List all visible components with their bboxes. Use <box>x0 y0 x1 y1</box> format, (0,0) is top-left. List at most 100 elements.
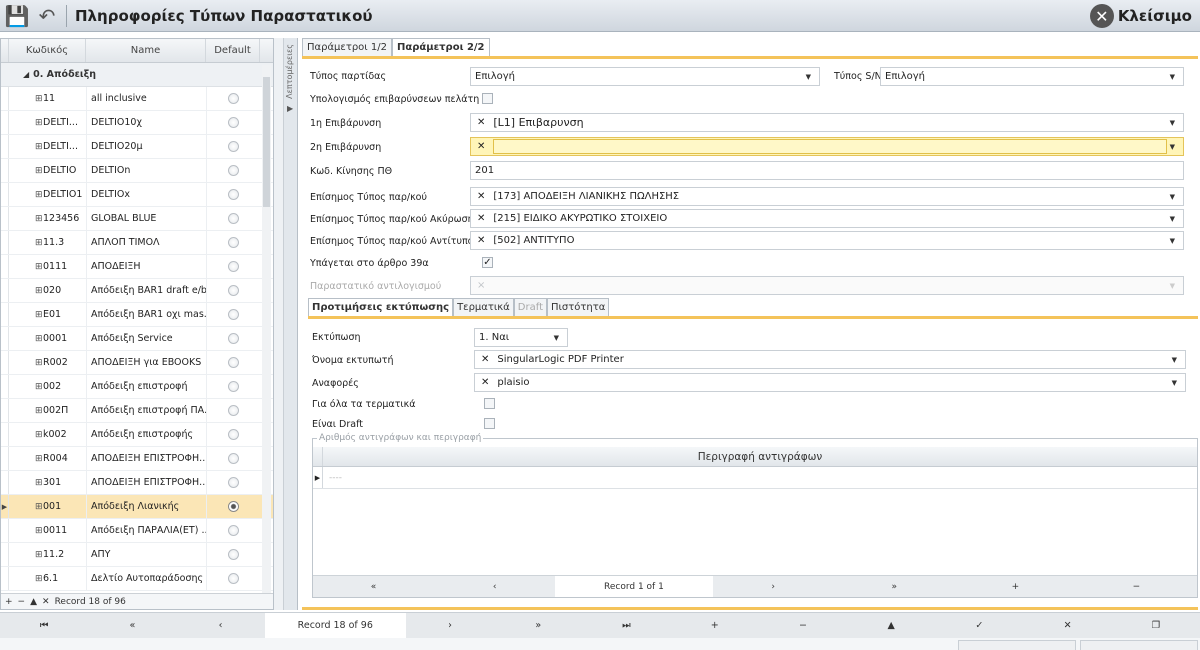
cell-default[interactable] <box>206 327 260 350</box>
nav-apply-button[interactable]: ✓ <box>935 613 1023 638</box>
charge1-select[interactable]: ✕ [L1] Επιβαρυνση ▼ <box>470 113 1184 132</box>
expand-icon[interactable]: ⊞ <box>35 214 43 224</box>
expand-icon[interactable]: ⊞ <box>35 430 43 440</box>
tab-fidelity[interactable]: Πιστότητα <box>547 298 610 316</box>
expand-icon[interactable]: ⊞ <box>35 94 43 104</box>
tab-parameters-1[interactable]: Παράμετροι 1/2 <box>302 38 392 56</box>
nav-add-button[interactable]: + <box>955 576 1076 597</box>
chevron-down-icon[interactable]: ▼ <box>1170 143 1175 151</box>
cell-default[interactable] <box>206 183 260 206</box>
table-row[interactable]: ⊞ 002 Απόδειξη επιστροφή <box>1 375 273 399</box>
chevron-down-icon[interactable]: ▼ <box>1170 119 1175 127</box>
chevron-down-icon[interactable]: ▼ <box>1172 356 1177 364</box>
default-radio[interactable] <box>228 405 239 416</box>
cell-code[interactable]: ⊞ E01 <box>9 303 86 326</box>
cell-name[interactable]: ΑΠΟΔΕΙΞΗ ΕΠΙΣΤΡΟΦΗ... <box>86 471 206 494</box>
cell-code[interactable]: ⊞ 0001 <box>9 327 86 350</box>
nav-edit-button[interactable]: ▲ <box>847 613 935 638</box>
default-radio[interactable] <box>228 141 239 152</box>
table-row[interactable]: ⊞ DELTI... DELTIO10χ <box>1 111 273 135</box>
table-row[interactable]: ⊞ 11.3 ΑΠΛΟΠ ΤΙΜΟΛ <box>1 231 273 255</box>
batch-type-select[interactable]: Επιλογή ▼ <box>470 67 820 86</box>
cell-code[interactable]: ⊞ 0011 <box>9 519 86 542</box>
cell-name[interactable]: Απόδειξη BAR1 οχι mas... <box>86 303 206 326</box>
cell-default[interactable] <box>206 519 260 542</box>
table-row[interactable]: ⊞ 020 Απόδειξη BAR1 draft e/b <box>1 279 273 303</box>
expand-icon[interactable]: ⊞ <box>35 526 43 536</box>
default-radio[interactable] <box>228 477 239 488</box>
table-row[interactable]: ⊞ DELTIO1 DELTIOx <box>1 183 273 207</box>
cell-name[interactable]: ΑΠΛΟΠ ΤΙΜΟΛ <box>86 231 206 254</box>
cell-name[interactable]: ΑΠΟΔΕΙΞΗ για EBOOKS <box>86 351 206 374</box>
cell-code[interactable]: ⊞ 301 <box>9 471 86 494</box>
expand-icon[interactable]: ⊞ <box>35 286 43 296</box>
cell-code[interactable]: ⊞ DELTIO <box>9 159 86 182</box>
table-row[interactable]: ⊞ DELTIO DELTIOn <box>1 159 273 183</box>
chevron-down-icon[interactable]: ▼ <box>1170 215 1175 223</box>
default-radio[interactable] <box>228 237 239 248</box>
cell-name[interactable]: DELTIOn <box>86 159 206 182</box>
tab-print-preferences[interactable]: Προτιμήσεις εκτύπωσης <box>308 298 454 316</box>
cell-name[interactable]: GLOBAL BLUE <box>86 207 206 230</box>
nav-remove-button[interactable]: − <box>18 597 26 607</box>
cell-default[interactable] <box>206 111 260 134</box>
nav-next-button[interactable]: › <box>406 613 494 638</box>
cell-code[interactable]: ⊞ 0111 <box>9 255 86 278</box>
cell-default[interactable] <box>206 471 260 494</box>
cell-code[interactable]: ⊞ 11.2 <box>9 543 86 566</box>
table-row[interactable]: ⊞ 002Π Απόδειξη επιστροφή ΠΑ... <box>1 399 273 423</box>
clear-icon[interactable]: ✕ <box>481 377 489 388</box>
default-radio[interactable] <box>228 381 239 392</box>
column-header-code[interactable]: Κωδικός <box>9 39 86 62</box>
table-row[interactable]: ⊞ E01 Απόδειξη BAR1 οχι mas... <box>1 303 273 327</box>
default-radio[interactable] <box>228 189 239 200</box>
cell-default[interactable] <box>206 279 260 302</box>
cell-code[interactable]: ⊞ 020 <box>9 279 86 302</box>
expand-icon[interactable]: ⊞ <box>35 334 43 344</box>
default-radio[interactable] <box>228 573 239 584</box>
default-radio[interactable] <box>228 333 239 344</box>
table-row[interactable]: ⊞ 6.1 Δελτίο Αυτοπαράδοσης <box>1 567 273 591</box>
nav-first-button[interactable]: « <box>313 576 434 597</box>
sn-type-select[interactable]: Επιλογή ▼ <box>880 67 1184 86</box>
cell-default[interactable] <box>206 351 260 374</box>
clear-icon[interactable]: ✕ <box>477 191 485 202</box>
table-row[interactable]: ▶ ⊞ 001 Απόδειξη Λιανικής <box>1 495 273 519</box>
is-draft-checkbox[interactable] <box>484 418 495 429</box>
footer-button[interactable] <box>1080 640 1198 650</box>
cell-name[interactable]: Απόδειξη επιστροφή <box>86 375 206 398</box>
nav-cancel-button[interactable]: ✕ <box>42 597 50 607</box>
chevron-down-icon[interactable]: ▼ <box>1170 193 1175 201</box>
cell-default[interactable] <box>206 423 260 446</box>
expand-icon[interactable]: ⊞ <box>35 454 43 464</box>
expand-icon[interactable]: ⊞ <box>35 550 43 560</box>
cell-code[interactable]: ⊞ R004 <box>9 447 86 470</box>
cell-code[interactable]: ⊞ 002Π <box>9 399 86 422</box>
nav-prev-page-button[interactable]: « <box>88 613 176 638</box>
table-row[interactable]: ⊞ 0111 ΑΠΟΔΕΙΞΗ <box>1 255 273 279</box>
cell-code[interactable]: ⊞ 002 <box>9 375 86 398</box>
cell-default[interactable] <box>206 207 260 230</box>
default-radio[interactable] <box>228 93 239 104</box>
expand-icon[interactable]: ⊞ <box>35 262 43 272</box>
cell-code[interactable]: ⊞ 001 <box>9 495 86 518</box>
grid-scrollbar[interactable] <box>262 65 271 597</box>
cell-code[interactable]: ⊞ DELTI... <box>9 135 86 158</box>
nav-prev-button[interactable]: ‹ <box>176 613 264 638</box>
charge2-select[interactable]: ✕ ▼ <box>470 137 1184 156</box>
cell-code[interactable]: ⊞ DELTIO1 <box>9 183 86 206</box>
cell-code[interactable]: ⊞ 11.3 <box>9 231 86 254</box>
chevron-down-icon[interactable]: ▼ <box>1170 237 1175 245</box>
cell-default[interactable] <box>206 447 260 470</box>
nav-remove-button[interactable]: − <box>1076 576 1197 597</box>
splitter[interactable] <box>274 38 284 610</box>
clear-icon[interactable]: ✕ <box>477 213 485 224</box>
default-radio[interactable] <box>228 285 239 296</box>
nav-last-button[interactable]: ⏭ <box>582 613 670 638</box>
cell-default[interactable] <box>206 159 260 182</box>
expand-icon[interactable]: ⊞ <box>35 382 43 392</box>
expand-icon[interactable]: ⊞ <box>35 478 43 488</box>
cell-code[interactable]: ⊞ 11 <box>9 87 86 110</box>
nav-first-button[interactable]: ⏮ <box>0 613 88 638</box>
expand-icon[interactable]: ⊞ <box>35 118 43 128</box>
